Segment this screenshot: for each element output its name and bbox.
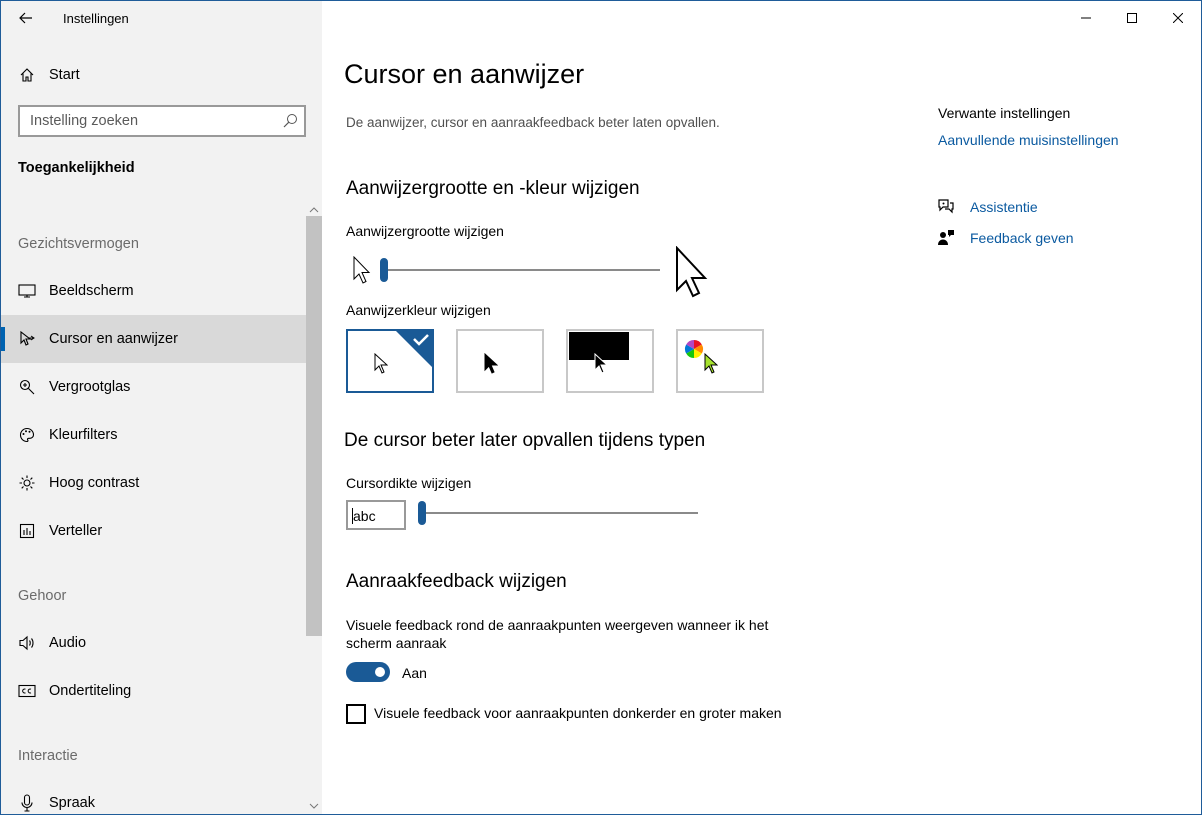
sidebar-item-label: Vergrootglas	[49, 379, 131, 395]
search-input[interactable]: Instelling zoeken	[18, 105, 306, 137]
scrollbar-thumb[interactable]	[306, 216, 322, 636]
sidebar-item-high-contrast[interactable]: Hoog contrast	[1, 459, 306, 507]
pointer-size-thumb[interactable]	[380, 258, 388, 282]
search-icon	[282, 113, 298, 134]
cursor-preview-box: abc	[346, 500, 406, 530]
sidebar-item-label: Audio	[49, 635, 87, 651]
pointer-size-rail	[380, 269, 660, 271]
custom-pointer-icon	[704, 353, 718, 374]
scroll-down-icon[interactable]	[306, 799, 322, 813]
sidebar-item-label: Beeldscherm	[49, 283, 134, 299]
palette-icon	[17, 425, 37, 445]
back-button[interactable]	[11, 5, 41, 31]
help-link[interactable]: Assistentie	[970, 199, 1038, 215]
feedback-link[interactable]: Feedback geven	[970, 230, 1074, 246]
pointer-color-label: Aanwijzerkleur wijzigen	[346, 302, 491, 318]
inverted-pointer-icon	[594, 353, 608, 374]
sidebar-item-magnifier[interactable]: Vergrootglas	[1, 363, 306, 411]
color-wheel-icon	[684, 340, 704, 358]
sidebar-item-label: Kleurfilters	[49, 427, 118, 443]
sidebar-item-label: Cursor en aanwijzer	[49, 331, 178, 347]
sidebar: Instellingen Start Instelling zoeken Toe…	[1, 1, 322, 814]
toggle-knob	[375, 667, 385, 677]
sidebar-section-title: Toegankelijkheid	[18, 160, 135, 176]
visual-feedback-label-line2: scherm aanraak	[346, 635, 447, 651]
toggle-state-label: Aan	[402, 665, 427, 681]
cursor-thickness-thumb[interactable]	[418, 501, 426, 525]
related-settings-title: Verwante instellingen	[938, 105, 1071, 121]
captions-icon	[17, 681, 37, 701]
close-icon	[1173, 13, 1183, 23]
sidebar-item-start[interactable]: Start	[1, 51, 306, 99]
small-pointer-icon	[353, 255, 371, 289]
pointer-color-black[interactable]	[456, 329, 544, 393]
monitor-icon	[17, 281, 37, 301]
group-label-vision: Gezichtsvermogen	[18, 236, 139, 252]
feedback-person-icon	[937, 229, 955, 252]
pointer-color-custom[interactable]	[676, 329, 764, 393]
sidebar-item-label: Verteller	[49, 523, 103, 539]
sidebar-item-cursor[interactable]: Cursor en aanwijzer	[1, 315, 306, 363]
sidebar-item-speech[interactable]: Spraak	[1, 779, 306, 815]
sidebar-item-display[interactable]: Beeldscherm	[1, 267, 306, 315]
page-description: De aanwijzer, cursor en aanraakfeedback …	[346, 115, 720, 130]
minimize-button[interactable]	[1063, 1, 1109, 35]
speaker-icon	[17, 633, 37, 653]
darker-larger-checkbox[interactable]	[346, 704, 366, 724]
pointer-color-inverted[interactable]	[566, 329, 654, 393]
sidebar-item-label: Ondertiteling	[49, 683, 132, 699]
scroll-up-icon[interactable]	[306, 203, 322, 217]
black-pointer-icon	[484, 353, 498, 374]
search-placeholder: Instelling zoeken	[30, 113, 139, 129]
cursor-thickness-rail	[418, 512, 698, 514]
close-button[interactable]	[1155, 1, 1201, 35]
minimize-icon	[1081, 17, 1091, 19]
sun-icon	[17, 473, 37, 493]
cursor-preview-text: abc	[353, 508, 376, 524]
visual-feedback-label-line1: Visuele feedback rond de aanraakpunten w…	[346, 617, 769, 633]
cursor-section-title: De cursor beter later opvallen tijdens t…	[344, 430, 706, 451]
page-title: Cursor en aanwijzer	[344, 59, 585, 89]
darker-larger-label: Visuele feedback voor aanraakpunten donk…	[374, 705, 782, 721]
help-chat-icon	[937, 198, 955, 221]
touch-section-title: Aanraakfeedback wijzigen	[346, 571, 567, 592]
sidebar-item-label: Hoog contrast	[49, 475, 140, 491]
narrator-icon	[17, 521, 37, 541]
mouse-settings-link[interactable]: Aanvullende muisinstellingen	[938, 132, 1119, 148]
sidebar-item-narrator[interactable]: Verteller	[1, 507, 306, 555]
back-arrow-icon	[19, 12, 32, 24]
maximize-icon	[1127, 13, 1137, 23]
sidebar-item-audio[interactable]: Audio	[1, 619, 306, 667]
checkmark-icon	[394, 329, 434, 369]
sidebar-item-color-filters[interactable]: Kleurfilters	[1, 411, 306, 459]
visual-feedback-toggle[interactable]	[346, 662, 390, 682]
home-icon	[17, 65, 37, 85]
pointer-section-title: Aanwijzergrootte en -kleur wijzigen	[346, 178, 640, 199]
sidebar-item-label: Spraak	[49, 795, 95, 811]
microphone-icon	[17, 793, 37, 813]
settings-window: Instellingen Start Instelling zoeken Toe…	[0, 0, 1202, 815]
cursor-icon	[17, 329, 37, 349]
sidebar-item-label: Start	[49, 67, 80, 83]
maximize-button[interactable]	[1109, 1, 1155, 35]
cursor-thickness-slider[interactable]	[418, 498, 700, 528]
white-pointer-icon	[374, 353, 388, 374]
cursor-thickness-label: Cursordikte wijzigen	[346, 475, 472, 491]
pointer-size-label: Aanwijzergrootte wijzigen	[346, 223, 504, 239]
large-pointer-icon	[675, 245, 709, 303]
magnifier-icon	[17, 377, 37, 397]
pointer-color-white[interactable]	[346, 329, 434, 393]
sidebar-item-captions[interactable]: Ondertiteling	[1, 667, 306, 715]
app-title: Instellingen	[63, 11, 129, 26]
pointer-size-slider[interactable]	[380, 255, 662, 285]
group-label-interaction: Interactie	[18, 748, 78, 764]
group-label-hearing: Gehoor	[18, 588, 67, 604]
